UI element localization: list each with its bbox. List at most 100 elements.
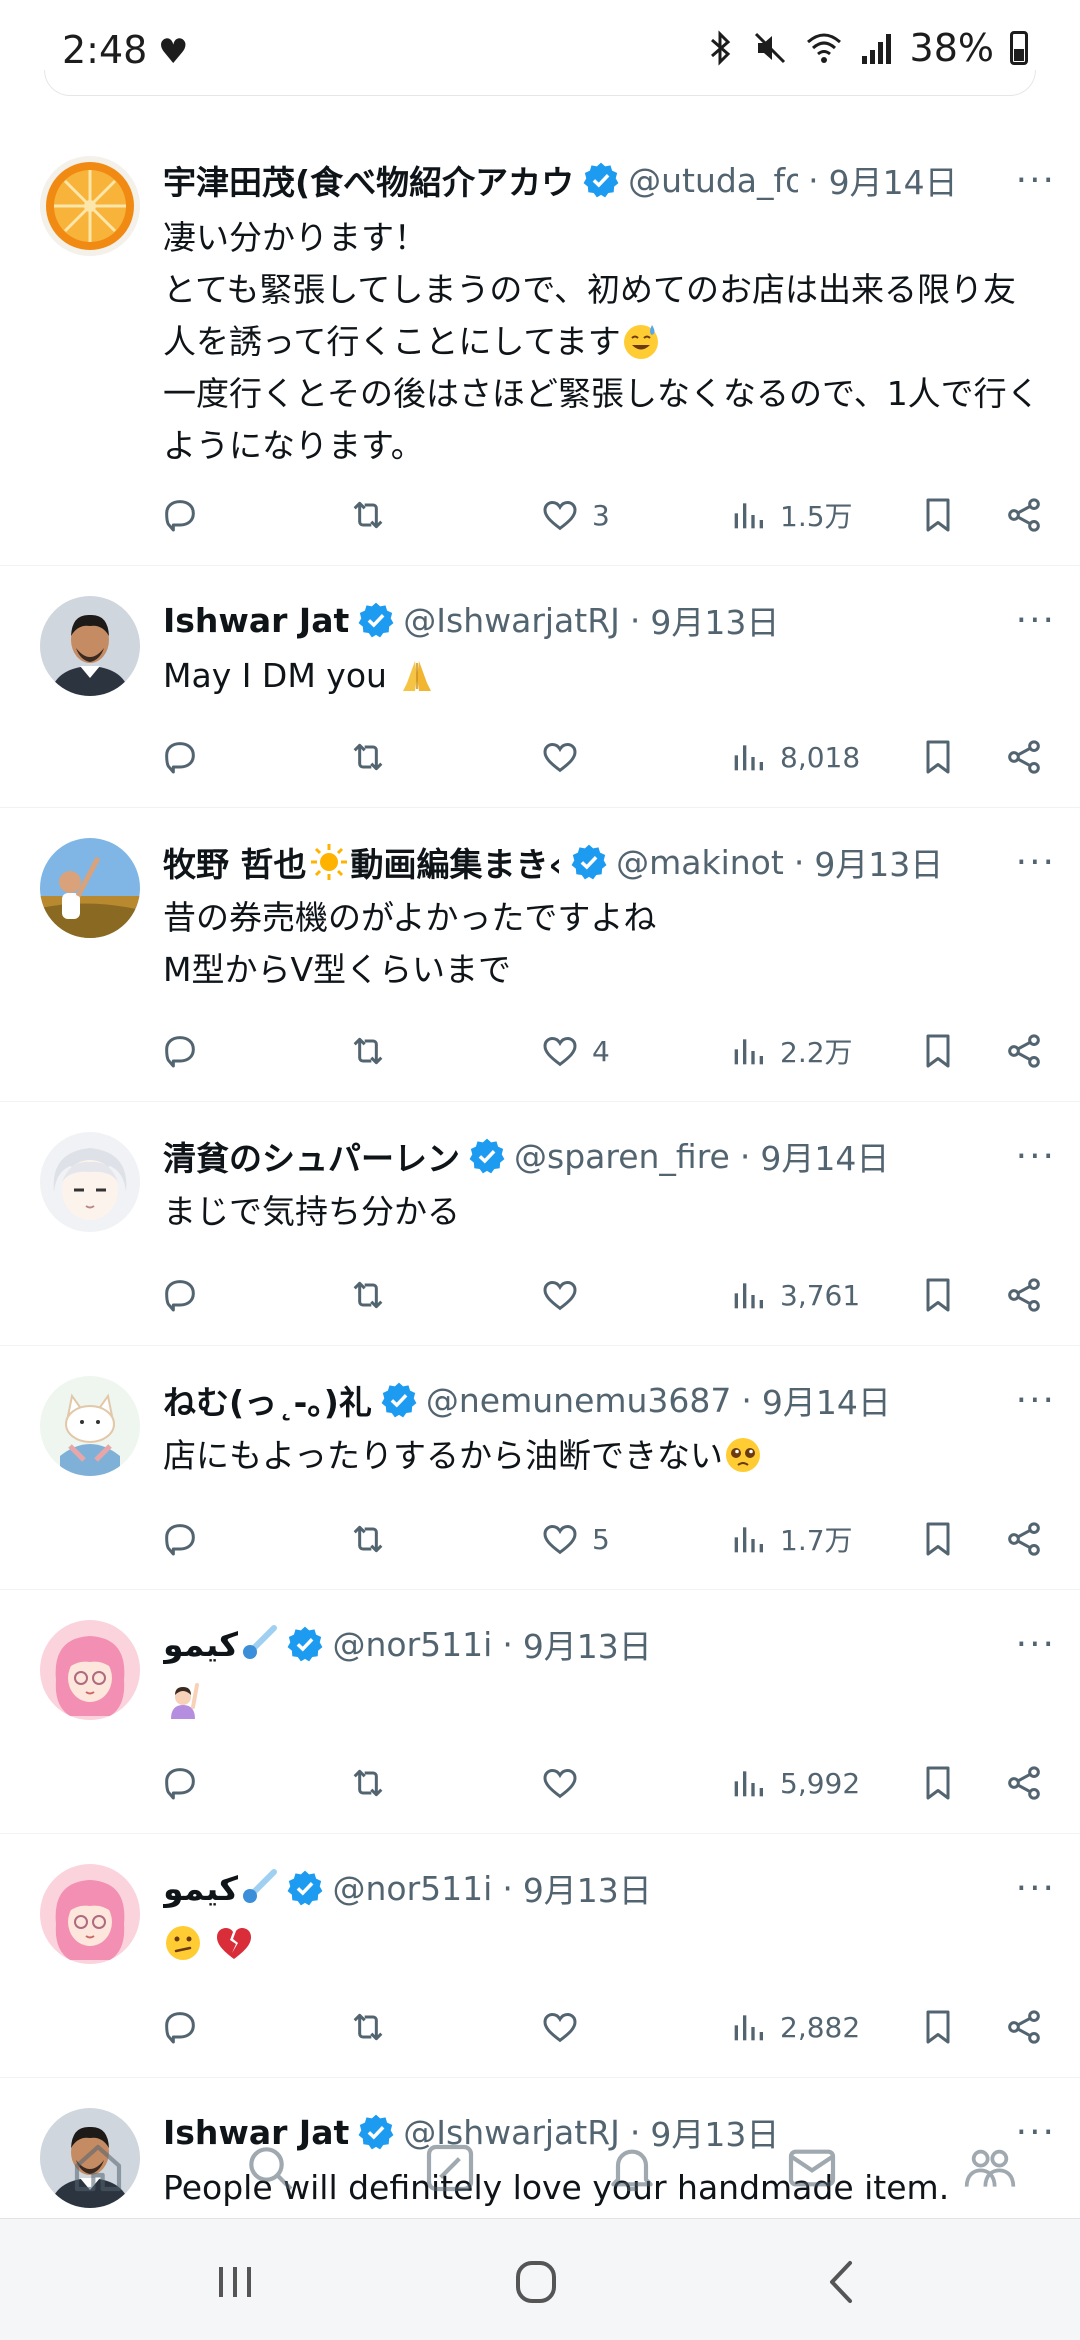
reply-feed[interactable]: 宇津田茂(食べ物紹介アカウ @utuda_fo · 9月14日 ··· 凄い分か… (0, 124, 1080, 2258)
reply-button[interactable] (160, 2002, 200, 2052)
timestamp[interactable]: 9月13日 (650, 596, 779, 644)
views-button[interactable]: 8,018 (728, 732, 860, 782)
tweet[interactable]: 牧野 哲也 動画編集まき‹ @makinot · 9月13日 ··· 昔の券売機… (0, 808, 1080, 1102)
repost-button[interactable] (348, 490, 388, 540)
tweet[interactable]: ねむ(っ˛-。)礼 @nemunemu3687 · 9月14日 ··· 店にもよ… (0, 1346, 1080, 1590)
bookmark-button[interactable] (918, 732, 958, 782)
more-options-button[interactable]: ··· (996, 1136, 1056, 1177)
back-icon[interactable] (812, 2257, 872, 2307)
recent-apps-icon[interactable] (205, 2257, 265, 2307)
more-options-button[interactable]: ··· (996, 1624, 1056, 1665)
share-button[interactable] (1004, 732, 1044, 782)
repost-button[interactable] (348, 1514, 388, 1564)
views-button[interactable]: 1.7万 (728, 1514, 853, 1564)
share-button[interactable] (1004, 1026, 1044, 1076)
bookmark-button[interactable] (918, 490, 958, 540)
avatar[interactable] (40, 1864, 140, 1964)
notifications-icon[interactable] (604, 2140, 660, 2196)
bookmark-button[interactable] (918, 1270, 958, 1320)
like-button[interactable]: 4 (540, 1026, 610, 1076)
like-button[interactable] (540, 2002, 592, 2052)
views-button[interactable]: 1.5万 (728, 490, 853, 540)
views-button[interactable]: 2.2万 (728, 1026, 853, 1076)
reply-button[interactable] (160, 1026, 200, 1076)
communities-icon[interactable] (962, 2140, 1018, 2196)
handle[interactable]: @utuda_fo (628, 161, 798, 200)
share-button[interactable] (1004, 1514, 1044, 1564)
more-options-button[interactable]: ··· (996, 600, 1056, 641)
tweet[interactable]: كيمو @nor511i · 9月13日 ··· 2,882 (0, 1834, 1080, 2078)
avatar[interactable] (40, 156, 140, 256)
display-name[interactable]: كيمو (163, 1869, 238, 1908)
tweet[interactable]: كيمو @nor511i · 9月13日 ··· 5,992 (0, 1590, 1080, 1834)
handle[interactable]: @makinot (616, 843, 784, 882)
home-icon[interactable] (70, 2140, 126, 2196)
repost-icon (353, 501, 383, 529)
avatar[interactable] (40, 838, 140, 938)
handle[interactable]: @IshwarjatRJ (403, 601, 620, 640)
like-button[interactable] (540, 732, 592, 782)
like-button[interactable] (540, 1270, 592, 1320)
repost-button[interactable] (348, 2002, 388, 2052)
handle[interactable]: @nor511i (332, 1625, 492, 1664)
display-name[interactable]: 清貧のシュパーレン (163, 1132, 460, 1180)
more-options-button[interactable]: ··· (996, 1380, 1056, 1421)
tweet[interactable]: Ishwar Jat @IshwarjatRJ · 9月13日 ··· May … (0, 566, 1080, 808)
verified-badge-icon (288, 1870, 323, 1906)
bookmark-button[interactable] (918, 1026, 958, 1076)
bookmark-button[interactable] (918, 2002, 958, 2052)
avatar[interactable] (40, 596, 140, 696)
display-name[interactable]: 牧野 哲也 (163, 838, 307, 886)
handle[interactable]: @nor511i (332, 1869, 492, 1908)
tweet[interactable]: 宇津田茂(食べ物紹介アカウ @utuda_fo · 9月14日 ··· 凄い分か… (0, 124, 1080, 566)
display-name[interactable]: Ishwar Jat (163, 601, 349, 640)
tweet-actions: 5,992 (160, 1758, 1045, 1808)
views-button[interactable]: 2,882 (728, 2002, 860, 2052)
reply-button[interactable] (160, 490, 200, 540)
more-options-button[interactable]: ··· (996, 842, 1056, 883)
handle[interactable]: @sparen_fire (514, 1137, 730, 1176)
views-button[interactable]: 3,761 (728, 1270, 860, 1320)
views-button[interactable]: 5,992 (728, 1758, 860, 1808)
like-button[interactable]: 5 (540, 1514, 610, 1564)
like-button[interactable] (540, 1758, 592, 1808)
messages-icon[interactable] (784, 2140, 840, 2196)
more-options-button[interactable]: ··· (996, 160, 1056, 201)
repost-button[interactable] (348, 1026, 388, 1076)
like-button[interactable]: 3 (540, 490, 610, 540)
share-button[interactable] (1004, 1270, 1044, 1320)
tweet-text-part: May I DM you (163, 656, 387, 695)
reply-button[interactable] (160, 1270, 200, 1320)
home-button-icon[interactable] (506, 2257, 566, 2307)
handle[interactable]: @nemunemu3687 (426, 1381, 732, 1420)
reply-button[interactable] (160, 1758, 200, 1808)
display-name[interactable]: ねむ(っ˛-。)礼 (163, 1376, 372, 1424)
avatar[interactable] (40, 1620, 140, 1720)
reply-button[interactable] (160, 1514, 200, 1564)
timestamp[interactable]: 9月14日 (760, 1132, 889, 1180)
share-button[interactable] (1004, 490, 1044, 540)
timestamp[interactable]: 9月13日 (814, 838, 943, 886)
repost-button[interactable] (348, 1758, 388, 1808)
reply-button[interactable] (160, 732, 200, 782)
timestamp[interactable]: 9月14日 (829, 156, 958, 204)
search-icon[interactable] (242, 2140, 298, 2196)
share-button[interactable] (1004, 1758, 1044, 1808)
display-name[interactable]: 宇津田茂(食べ物紹介アカウ (163, 156, 574, 204)
share-button[interactable] (1004, 2002, 1044, 2052)
timestamp[interactable]: 9月13日 (523, 1620, 652, 1668)
display-name-suffix[interactable]: 動画編集まき‹ (351, 838, 563, 886)
timestamp[interactable]: 9月14日 (762, 1376, 891, 1424)
heart-outline-icon (543, 1768, 577, 1799)
repost-button[interactable] (348, 732, 388, 782)
timestamp[interactable]: 9月13日 (523, 1864, 652, 1912)
bookmark-button[interactable] (918, 1758, 958, 1808)
avatar[interactable] (40, 1376, 140, 1476)
more-options-button[interactable]: ··· (996, 1868, 1056, 1909)
avatar[interactable] (40, 1132, 140, 1232)
grok-icon[interactable] (422, 2140, 478, 2196)
tweet[interactable]: 清貧のシュパーレン @sparen_fire · 9月14日 ··· まじで気持… (0, 1102, 1080, 1346)
bookmark-button[interactable] (918, 1514, 958, 1564)
display-name[interactable]: كيمو (163, 1625, 238, 1664)
repost-button[interactable] (348, 1270, 388, 1320)
